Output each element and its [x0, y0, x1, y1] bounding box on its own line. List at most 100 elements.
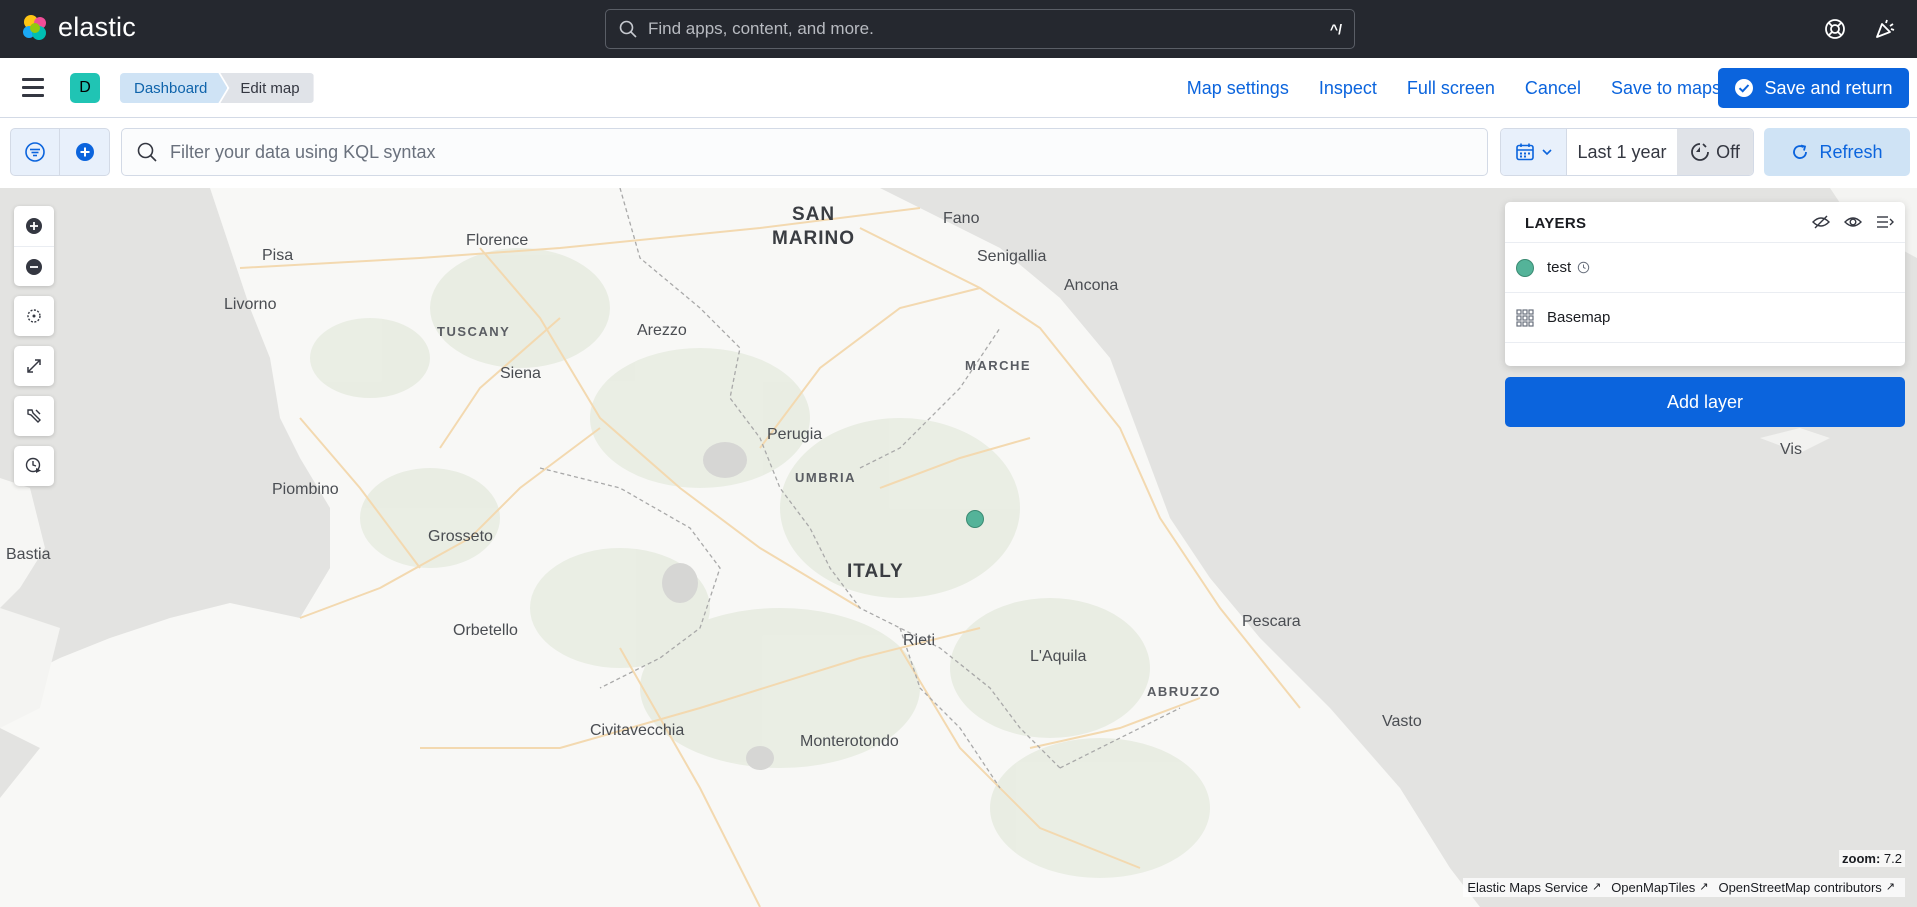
point-layer-icon [1515, 258, 1535, 278]
save-and-return-button[interactable]: Save and return [1718, 68, 1909, 108]
set-view-button[interactable] [14, 296, 54, 336]
map-label-siena: Siena [500, 365, 541, 382]
external-link-icon: ↗ [1885, 881, 1895, 893]
filter-icon [25, 142, 45, 162]
calendar-icon [1515, 143, 1534, 161]
breadcrumb-edit-map: Edit map [220, 73, 314, 103]
zoom-label: zoom: [1842, 851, 1881, 866]
layer-name: Basemap [1547, 309, 1611, 326]
quick-select-button[interactable] [1501, 129, 1567, 175]
map-label-civitavecchia: Civitavecchia [590, 722, 685, 739]
layer-item-basemap[interactable]: Basemap [1505, 292, 1905, 342]
refresh-button[interactable]: Refresh [1764, 128, 1910, 176]
zoom-value: 7.2 [1883, 851, 1902, 866]
external-link-icon: ↗ [1699, 881, 1709, 893]
kql-query-field[interactable] [121, 128, 1488, 176]
map-label-rieti: Rieti [903, 632, 936, 649]
map-label-pisa: Pisa [262, 247, 294, 264]
show-all-layers-button[interactable] [1841, 210, 1865, 234]
space-avatar[interactable]: D [70, 73, 100, 103]
timeslider-button[interactable] [14, 446, 54, 486]
zoom-controls [14, 206, 54, 286]
minus-circle-icon [26, 258, 42, 275]
map-data-point[interactable] [966, 510, 984, 528]
timeslider-control [14, 446, 54, 486]
layer-control-panel: LAYERS test Basemap [1505, 202, 1905, 366]
check-circle-icon [1735, 79, 1754, 97]
map-label-marche: MARCHE [965, 358, 1032, 373]
brand-name: elastic [58, 12, 136, 42]
zoom-out-button[interactable] [14, 246, 54, 286]
filter-menu-button[interactable] [11, 129, 61, 175]
map-canvas[interactable]: SAN MARINO Fano Florence Pisa Senigallia… [0, 188, 1917, 907]
query-bar: Last 1 year Off Refresh [0, 118, 1917, 188]
map-label-vis: Vis [1780, 441, 1802, 458]
save-and-return-label: Save and return [1764, 77, 1893, 98]
app-header: D Dashboard Edit map Map settings Inspec… [0, 58, 1917, 118]
global-header: elastic ^/ [0, 0, 1917, 58]
auto-refresh-label: Off [1716, 141, 1740, 162]
map-label-vasto: Vasto [1382, 713, 1422, 730]
map-label-livorno: Livorno [224, 296, 277, 313]
collapse-layers-button[interactable] [1873, 210, 1897, 234]
draw-tools-button[interactable] [14, 396, 54, 436]
help-icon[interactable] [1823, 17, 1847, 41]
global-search-input[interactable] [648, 19, 1330, 39]
set-view-control [14, 296, 54, 336]
zoom-in-button[interactable] [14, 206, 54, 246]
attribution-osm-link[interactable]: OpenStreetMap contributors [1718, 880, 1881, 895]
save-to-maps-link[interactable]: Save to maps [1611, 78, 1721, 99]
crosshairs-icon [27, 309, 41, 323]
menu-right-icon [1877, 216, 1894, 228]
add-filter-button[interactable] [60, 129, 109, 175]
date-picker: Last 1 year Off [1500, 128, 1754, 176]
inspect-link[interactable]: Inspect [1319, 78, 1377, 99]
search-shortcut-hint: ^/ [1329, 21, 1342, 37]
filter-buttons [10, 128, 110, 176]
add-layer-button[interactable]: Add layer [1505, 377, 1905, 427]
refresh-label: Refresh [1819, 141, 1883, 162]
map-label-italy: ITALY [847, 561, 904, 582]
zoom-readout: zoom: 7.2 [1839, 850, 1905, 867]
breadcrumb-dashboard[interactable]: Dashboard [120, 73, 227, 103]
search-icon [137, 142, 157, 162]
map-label-umbria: UMBRIA [795, 470, 856, 485]
time-range-value[interactable]: Last 1 year [1567, 129, 1677, 175]
kql-query-input[interactable] [170, 141, 1487, 163]
menu-toggle-icon[interactable] [22, 78, 44, 97]
map-label-senigallia: Senigallia [977, 248, 1047, 265]
cancel-link[interactable]: Cancel [1525, 78, 1581, 99]
fit-to-data-button[interactable] [14, 346, 54, 386]
draw-tools-control [14, 396, 54, 436]
clock-icon [1577, 261, 1590, 274]
map-label-fano: Fano [943, 210, 980, 227]
map-label-arezzo: Arezzo [637, 322, 687, 339]
attribution-openmaptiles-link[interactable]: OpenMapTiles [1611, 880, 1695, 895]
attribution-ems-link[interactable]: Elastic Maps Service [1467, 880, 1588, 895]
newsfeed-icon[interactable] [1873, 17, 1897, 41]
external-link-icon: ↗ [1591, 881, 1602, 893]
expand-icon [27, 359, 41, 373]
map-label-perugia: Perugia [767, 426, 823, 443]
eye-icon [1844, 217, 1862, 227]
map-label-pescara: Pescara [1242, 613, 1301, 630]
chevron-down-icon [1541, 149, 1552, 156]
global-search-bar[interactable]: ^/ [605, 9, 1355, 49]
clock-play-icon [25, 457, 41, 473]
grid-layer-icon [1515, 308, 1535, 328]
hide-all-layers-button[interactable] [1809, 210, 1833, 234]
elastic-logo[interactable]: elastic [20, 12, 136, 43]
map-label-abruzzo: ABRUZZO [1147, 684, 1222, 699]
full-screen-link[interactable]: Full screen [1407, 78, 1495, 99]
wrench-icon [27, 409, 41, 423]
auto-refresh-toggle[interactable]: Off [1677, 129, 1753, 175]
elastic-logo-icon [23, 14, 46, 40]
refresh-icon [1793, 144, 1808, 159]
layer-item-test[interactable]: test [1505, 242, 1905, 292]
eye-closed-icon [1812, 215, 1830, 229]
layer-name: test [1547, 259, 1572, 276]
map-label-monterotondo: Monterotondo [800, 733, 899, 750]
map-settings-link[interactable]: Map settings [1187, 78, 1289, 99]
map-label-grosseto: Grosseto [428, 528, 493, 545]
map-actions: Map settings Inspect Full screen Cancel … [1187, 73, 1721, 103]
